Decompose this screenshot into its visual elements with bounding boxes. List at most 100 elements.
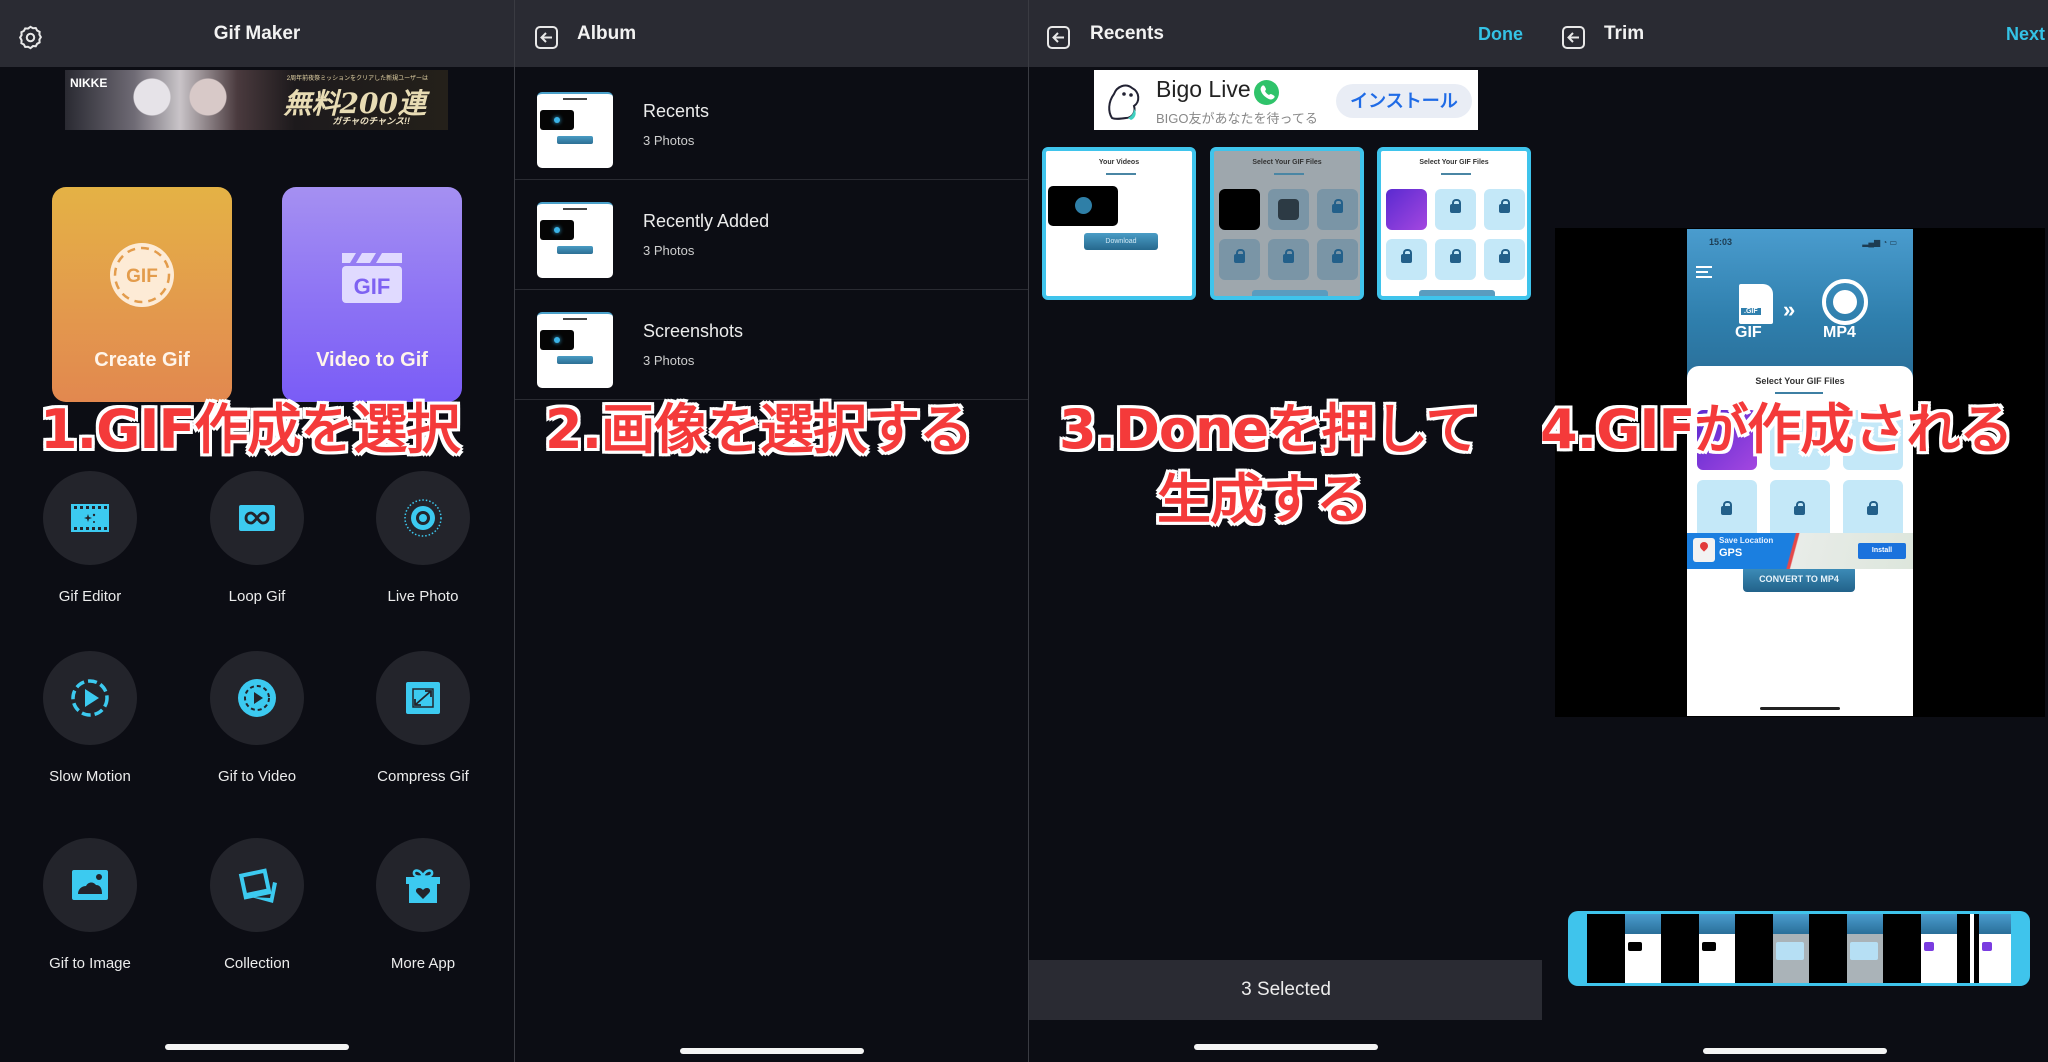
back-arrow-icon[interactable] [1562,26,1585,49]
gif-editor-button[interactable]: Gif Editor [20,471,160,611]
next-button[interactable]: Next [2006,24,2045,45]
live-photo-button[interactable]: Live Photo [353,471,493,611]
ad-brand: NIKKE [70,76,108,90]
step-caption-line2: 生成する [1157,468,1370,531]
step-caption: 2.画像を選択する [545,398,973,461]
ad-app-name: Bigo Live [1156,76,1251,102]
home-indicator [1703,1048,1887,1054]
sheet-title: Select Your GIF Files [1755,376,1845,386]
video-preview: 15:03 ▂▄▆ ◔ ▭ .GIF » GIF MP4 Select Your… [1555,228,2045,717]
album-count: 3 Photos [643,243,695,258]
loop-gif-button[interactable]: Loop Gif [187,471,327,611]
step-caption: 4.GIFが作成される [1542,398,2013,461]
tool-label: Slow Motion [49,768,131,785]
screen-title: Gif Maker [213,23,301,44]
to-format-label: MP4 [1823,324,1856,341]
gif-badge-icon: GIF [108,241,176,314]
video-preview [1048,186,1118,226]
thumb-download-label: Download [1084,233,1158,250]
tool-label: Gif Editor [58,588,122,605]
from-format-label: GIF [1735,324,1762,341]
create-gif-label: Create Gif [94,349,190,371]
collection-button[interactable]: Collection [187,838,327,978]
play-circle-icon [1822,279,1868,325]
tool-label: Loop Gif [228,588,286,605]
top-bar: Album [515,0,1028,67]
home-indicator [1193,1044,1378,1050]
step-caption: 1.GIF作成を選択 [40,398,460,461]
slow-motion-button[interactable]: Slow Motion [20,651,160,791]
tool-label: Collection [224,955,290,972]
gif-to-image-button[interactable]: Gif to Image [20,838,160,978]
gif-file-icon: .GIF [1739,284,1773,324]
video-to-gif-button[interactable]: GIF Video to Gif [282,187,462,402]
top-bar: Trim Next [1542,0,2048,67]
thumb-title: Your Videos [1098,159,1140,166]
trim-timeline[interactable] [1568,911,2030,986]
thumb-title: Select Your GIF Files [1419,159,1489,166]
ad-tagline: BIGO友があなたを待ってる [1156,111,1318,126]
svg-text:GIF: GIF [354,274,391,299]
album-count: 3 Photos [643,353,695,368]
album-count: 3 Photos [643,133,695,148]
more-app-button[interactable]: More App [353,838,493,978]
map-pin-icon [1693,538,1715,562]
step-caption-line1: 3.Doneを押して [1059,398,1479,461]
timeline-frames [1587,914,2011,983]
album-item-recents[interactable]: Recents 3 Photos [515,70,1028,180]
phone-call-icon [1254,80,1279,105]
ad-subline: 2周年前夜祭ミッションをクリアした新規ユーザーは [286,76,428,82]
create-gif-button[interactable]: GIF Create Gif [52,187,232,402]
selected-count-bar[interactable]: 3 Selected [1029,960,1542,1020]
album-thumbnail [537,202,613,278]
tool-label: Compress Gif [377,768,469,785]
gif-clapper-icon: GIF [340,251,404,310]
playhead-handle[interactable] [1970,914,1974,983]
home-indicator [165,1044,349,1050]
preview-frame: 15:03 ▂▄▆ ◔ ▭ .GIF » GIF MP4 Select Your… [1687,229,1913,716]
compress-gif-button[interactable]: Compress Gif [353,651,493,791]
photo-thumbnail-selected[interactable]: Select Your GIF Files [1377,147,1531,300]
album-screen: Album Recents 3 Photos Recently Added 3 … [514,0,1028,1062]
ad-banner[interactable]: NIKKE 2周年前夜祭ミッションをクリアした新規ユーザーは 無料200連 ガチ… [65,70,448,130]
convert-label: CONVERT TO MP4 [1743,566,1855,592]
tool-label: Gif to Image [49,955,131,972]
ad-banner[interactable]: Bigo Live BIGO友があなたを待ってる インストール [1094,70,1478,130]
preview-ad: Save Location GPS Install [1687,533,1913,569]
top-bar: Recents Done [1029,0,1542,67]
screen-title: Album [577,23,637,44]
status-time: 15:03 [1709,237,1733,247]
top-bar: Gif Maker [0,0,514,67]
done-button[interactable]: Done [1478,24,1523,45]
photo-thumbnail-selected[interactable]: Your Videos Download [1042,147,1196,300]
preview-ad-line2: GPS [1719,547,1743,559]
ad-artwork [110,70,250,130]
svg-text:GIF: GIF [126,266,158,287]
back-arrow-icon[interactable] [535,26,558,49]
tool-label: Live Photo [387,588,459,605]
gif-maker-screen: Gif Maker NIKKE 2周年前夜祭ミッションをクリアした新規ユーザーは… [0,0,514,1062]
menu-icon [1696,266,1712,278]
thumb-title: Select Your GIF Files [1252,159,1322,166]
back-arrow-icon[interactable] [1047,26,1070,49]
album-name: Recents [643,101,710,121]
video-to-gif-label: Video to Gif [316,349,428,371]
home-indicator [679,1048,864,1054]
double-chevron-icon: » [1783,297,1796,322]
ad-install-button[interactable]: インストール [1336,84,1472,118]
screen-title: Trim [1604,23,1645,44]
status-icons: ▂▄▆ ◔ ▭ [1862,238,1897,247]
album-item-screenshots[interactable]: Screenshots 3 Photos [515,290,1028,400]
album-thumbnail [537,312,613,388]
tool-label: More App [390,955,456,972]
album-thumbnail [537,92,613,168]
tool-label: Gif to Video [217,768,297,785]
album-item-recently-added[interactable]: Recently Added 3 Photos [515,180,1028,290]
trim-screen: Trim Next 15:03 ▂▄▆ ◔ ▭ .GIF » GIF MP4 S… [1542,0,2048,1062]
bigo-mascot-icon [1104,78,1146,129]
album-name: Recently Added [643,211,770,231]
screen-title: Recents [1090,23,1164,44]
photo-thumbnail-selected[interactable]: Select Your GIF Files [1210,147,1364,300]
recents-screen: Recents Done Bigo Live BIGO友があなたを待ってる イン… [1028,0,1542,1062]
gif-to-video-button[interactable]: Gif to Video [187,651,327,791]
